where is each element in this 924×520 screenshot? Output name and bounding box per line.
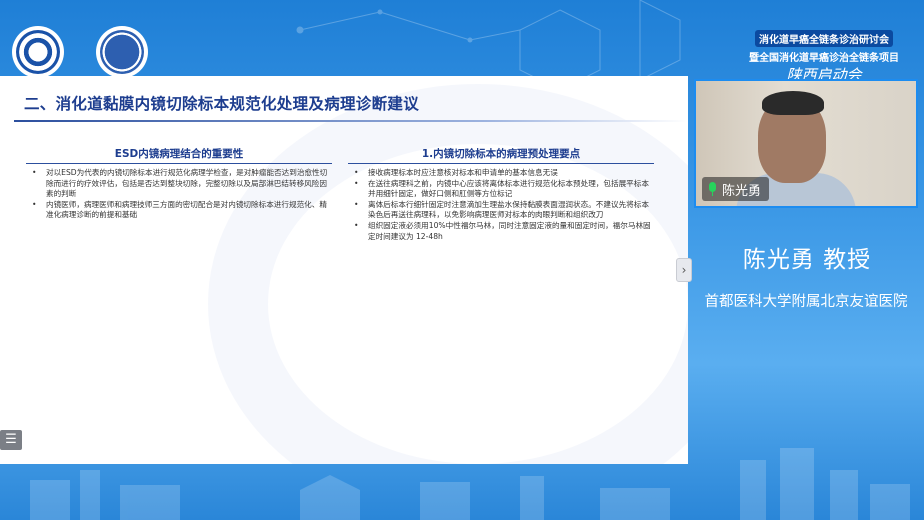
slide-title: 二、消化道黏膜内镜切除标本规范化处理及病理诊断建议 (24, 95, 420, 113)
participant-name: 陈光勇 (722, 183, 762, 199)
next-slide-button[interactable]: › (676, 258, 692, 282)
speaker-video-tile[interactable]: 陈光勇 (694, 79, 918, 208)
microphone-icon (708, 182, 717, 196)
event-subtitle: 暨全国消化道早癌诊治全链条项目 (749, 53, 899, 64)
video-speaker-hair (762, 91, 824, 115)
right-bullet-list: 接收病理标本时应注意核对标本和申请单的基本信息无误 在送往病理科之前，内镜中心应… (348, 168, 654, 242)
list-item: 对以ESD为代表的内镜切除标本进行规范化病理学检查，是对肿瘤能否达到治愈性切除而… (26, 168, 332, 200)
speaker-hospital: 首都医科大学附属北京友谊医院 (704, 294, 908, 310)
left-bullet-list: 对以ESD为代表的内镜切除标本进行规范化病理学检查，是对肿瘤能否达到治愈性切除而… (26, 168, 332, 221)
presentation-slide: 二、消化道黏膜内镜切除标本规范化处理及病理诊断建议 ESD内镜病理结合的重要性 … (0, 76, 688, 464)
slide-watermark (208, 84, 688, 464)
right-column-heading: 1.内镜切除标本的病理预处理要点 (348, 146, 654, 164)
list-menu-icon: ☰ (5, 432, 17, 447)
list-item: 离体后标本行细针固定时注意滴加生理盐水保持黏膜表面湿润状态。不建议先将标本染色后… (348, 200, 654, 221)
speaker-name: 陈光勇 教授 (742, 247, 872, 273)
title-divider (14, 120, 688, 122)
list-item: 内镜医师，病理医师和病理技师三方面的密切配合是对内镜切除标本进行规范化、精准化病… (26, 200, 332, 221)
event-banner: 消化道早癌全链条诊治研讨会 暨全国消化道早癌诊治全链条项目 陕西启动会 (734, 28, 914, 85)
society-logo (96, 26, 148, 78)
slide-menu-button[interactable]: ☰ (0, 430, 22, 450)
chevron-right-icon: › (681, 263, 687, 277)
right-column: 1.内镜切除标本的病理预处理要点 接收病理标本时应注意核对标本和申请单的基本信息… (348, 146, 654, 242)
university-seal-logo (12, 26, 64, 78)
list-item: 在送往病理科之前，内镜中心应该将离体标本进行规范化标本预处理，包括展平标本并用细… (348, 179, 654, 200)
list-item: 组织固定液必须用10%中性福尔马林，同时注意固定液的量和固定时间，福尔马林固定时… (348, 221, 654, 242)
event-title: 消化道早癌全链条诊治研讨会 (755, 30, 893, 47)
left-column: ESD内镜病理结合的重要性 对以ESD为代表的内镜切除标本进行规范化病理学检查，… (26, 146, 332, 221)
participant-name-tag: 陈光勇 (702, 177, 770, 201)
list-item: 接收病理标本时应注意核对标本和申请单的基本信息无误 (348, 168, 654, 179)
left-column-heading: ESD内镜病理结合的重要性 (26, 146, 332, 164)
